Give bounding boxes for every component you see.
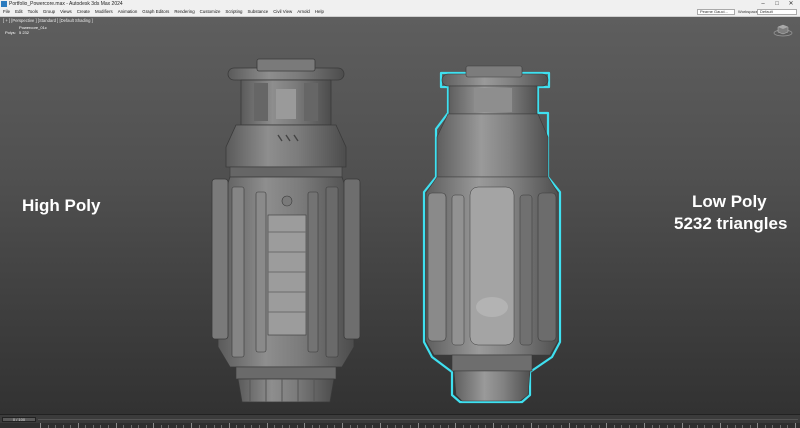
menu-customize[interactable]: Customize bbox=[200, 8, 221, 16]
timeline-tick bbox=[795, 423, 796, 428]
menu-group[interactable]: Group bbox=[43, 8, 55, 16]
low-poly-model[interactable] bbox=[422, 65, 562, 404]
menu-scripting[interactable]: Scripting bbox=[225, 8, 242, 16]
high-poly-model[interactable] bbox=[211, 58, 361, 403]
menu-graph-editors[interactable]: Graph Editors bbox=[142, 8, 169, 16]
timeline-tick bbox=[191, 423, 192, 428]
menu-tools[interactable]: Tools bbox=[28, 8, 38, 16]
menu-substance[interactable]: Substance bbox=[247, 8, 268, 16]
timeline-tick bbox=[493, 423, 494, 428]
window-title: Portfolio_Powercore.max - Autodesk 3ds M… bbox=[9, 1, 123, 7]
workspaces-select[interactable]: Default bbox=[757, 9, 797, 15]
window-controls: – □ ✕ bbox=[756, 0, 798, 8]
menu-modifiers[interactable]: Modifiers bbox=[95, 8, 113, 16]
perspective-viewport[interactable]: [ + ] [Perspective ] [Standard ] [Defaul… bbox=[0, 17, 800, 414]
timeline: 0 / 100 bbox=[0, 414, 800, 428]
timeline-tick bbox=[644, 423, 645, 428]
timeline-tick bbox=[153, 423, 155, 428]
menu-list: File Edit Tools Group Views Create Modif… bbox=[3, 8, 324, 16]
time-slider[interactable]: 0 / 100 bbox=[2, 417, 36, 422]
timeline-track[interactable] bbox=[38, 419, 798, 420]
scene-models bbox=[211, 58, 562, 404]
timeline-tick bbox=[342, 423, 343, 428]
timeline-tick bbox=[266, 423, 268, 428]
timeline-ruler[interactable] bbox=[0, 423, 800, 428]
menu-file[interactable]: File bbox=[3, 8, 10, 16]
menu-rendering[interactable]: Rendering bbox=[174, 8, 194, 16]
menu-edit[interactable]: Edit bbox=[15, 8, 23, 16]
timeline-tick bbox=[417, 423, 419, 428]
timeline-tick bbox=[379, 423, 381, 428]
timeline-tick bbox=[115, 423, 117, 428]
app-window: Portfolio_Powercore.max - Autodesk 3ds M… bbox=[0, 0, 800, 428]
menu-arnold[interactable]: Arnold bbox=[297, 8, 310, 16]
menu-help[interactable]: Help bbox=[315, 8, 324, 16]
timeline-tick bbox=[40, 423, 41, 428]
timeline-tick bbox=[77, 423, 79, 428]
menu-views[interactable]: Views bbox=[60, 8, 72, 16]
timeline-tick bbox=[757, 423, 759, 428]
timeline-tick bbox=[530, 423, 532, 428]
sign-in-button[interactable]: Pearne Gauci... bbox=[697, 9, 735, 15]
maximize-icon[interactable]: □ bbox=[770, 0, 784, 8]
timeline-tick bbox=[228, 423, 230, 428]
timeline-tick bbox=[719, 423, 721, 428]
menu-create[interactable]: Create bbox=[77, 8, 90, 16]
menu-civil-view[interactable]: Civil View bbox=[273, 8, 292, 16]
title-bar: Portfolio_Powercore.max - Autodesk 3ds M… bbox=[0, 0, 800, 8]
menu-animation[interactable]: Animation bbox=[118, 8, 138, 16]
minimize-icon[interactable]: – bbox=[756, 0, 770, 8]
timeline-tick bbox=[606, 423, 608, 428]
timeline-tick bbox=[455, 423, 457, 428]
menu-bar: File Edit Tools Group Views Create Modif… bbox=[0, 8, 800, 17]
application-icon bbox=[1, 1, 7, 7]
close-icon[interactable]: ✕ bbox=[784, 0, 798, 8]
timeline-tick bbox=[568, 423, 570, 428]
timeline-tick bbox=[304, 423, 306, 428]
timeline-tick bbox=[681, 423, 683, 428]
